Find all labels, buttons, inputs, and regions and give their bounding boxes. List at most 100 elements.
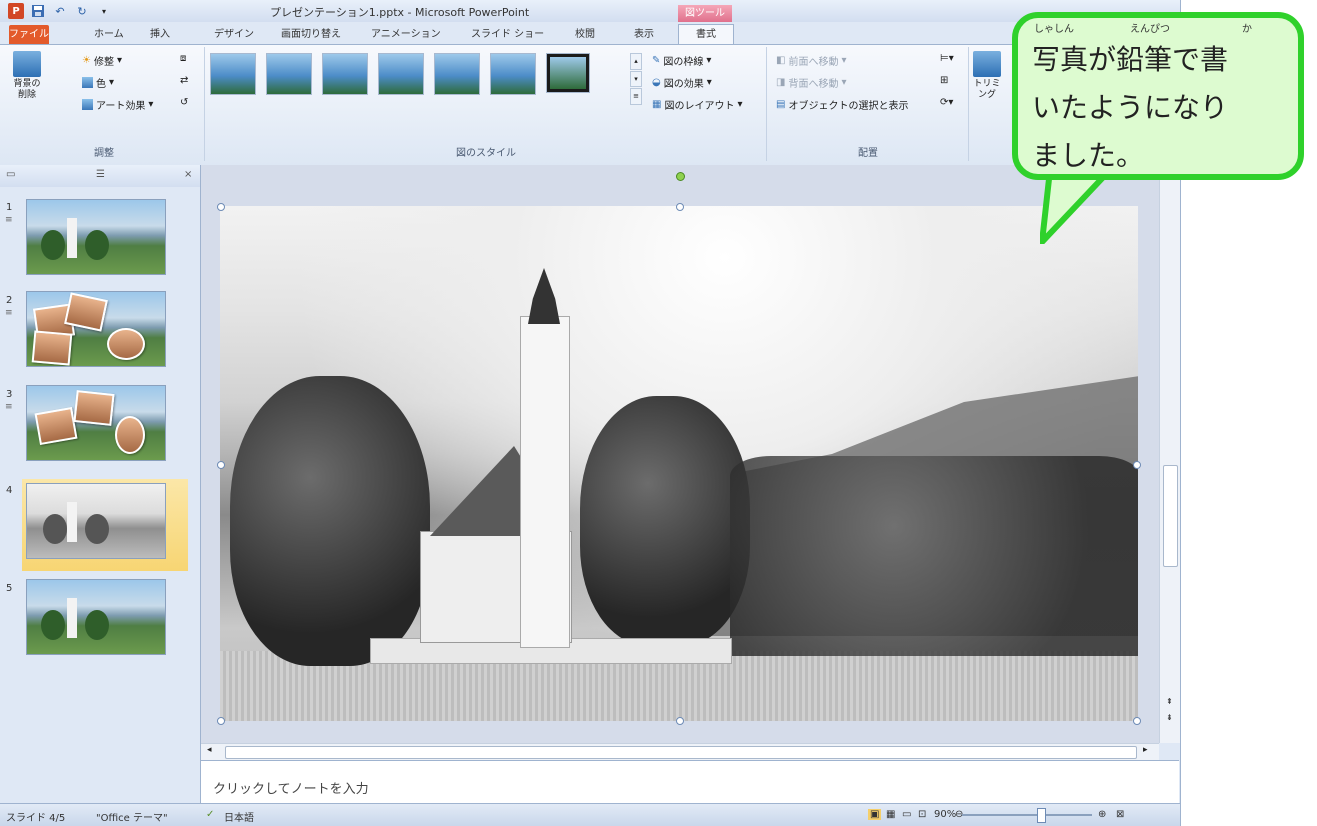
thumb-tree (85, 610, 109, 640)
picture-layout-icon: ▦ (652, 99, 662, 110)
powerpoint-app-icon[interactable]: P (8, 3, 24, 19)
close-pane-icon[interactable]: × (184, 169, 192, 180)
resize-handle[interactable] (676, 203, 684, 211)
slide-thumbnail-3[interactable] (22, 381, 186, 465)
rotate-icon[interactable]: ⟳▾ (940, 97, 953, 108)
slide-thumbnail-2[interactable] (22, 287, 186, 371)
corrections-button[interactable]: ☀ 修整 ▾ (82, 53, 122, 68)
normal-view-icon[interactable]: ▣ (868, 809, 882, 820)
send-backward-button[interactable]: ◨ 背面へ移動 ▾ (776, 75, 846, 90)
fit-to-window-icon[interactable]: ⊠ (1116, 809, 1124, 820)
tab-design[interactable]: デザイン (208, 25, 260, 44)
picture-style-2[interactable] (266, 53, 312, 95)
selection-pane-button[interactable]: ▤ オブジェクトの選択と表示 (776, 97, 908, 112)
spellcheck-icon[interactable]: ✓ (206, 809, 214, 820)
tab-slideshow[interactable]: スライド ショー (465, 25, 550, 44)
slides-tab-icon[interactable]: ▭ (6, 169, 15, 180)
slide-thumbnail-5[interactable] (22, 575, 186, 659)
resize-handle[interactable] (217, 203, 225, 211)
tab-review[interactable]: 校閲 (569, 25, 601, 44)
tab-transitions[interactable]: 画面切り替え (275, 25, 347, 44)
prev-slide-icon[interactable]: ⇞ (1166, 697, 1173, 706)
outline-tab-icon[interactable]: ☰ (96, 169, 105, 180)
picture-effects-button[interactable]: ◒ 図の効果 ▾ (652, 75, 712, 90)
bring-forward-button[interactable]: ◧ 前面へ移動 ▾ (776, 53, 846, 68)
reading-view-icon[interactable]: ▭ (902, 809, 911, 820)
callout-line-3: ました。 (1032, 139, 1145, 172)
zoom-slider[interactable] (962, 814, 1092, 816)
thumb-image (26, 291, 166, 367)
picture-layout-button[interactable]: ▦ 図のレイアウト ▾ (652, 97, 742, 112)
artistic-effects-label: アート効果 (96, 101, 146, 112)
reset-picture-icon[interactable]: ↺ (180, 97, 188, 108)
save-icon[interactable] (30, 3, 46, 19)
rotation-handle[interactable] (676, 172, 685, 181)
redo-icon[interactable]: ↻ (74, 3, 90, 19)
color-icon (82, 77, 93, 88)
callout-tail (1040, 170, 1113, 244)
compress-pictures-icon[interactable]: ⧈ (180, 53, 186, 64)
thumb-church (67, 218, 77, 258)
resize-handle[interactable] (217, 717, 225, 725)
resize-handle[interactable] (217, 461, 225, 469)
selection-pane-label: オブジェクトの選択と表示 (788, 101, 909, 112)
gallery-up-icon[interactable]: ▴ (630, 53, 642, 70)
tab-file[interactable]: ファイル (9, 25, 49, 44)
resize-handle[interactable] (1133, 461, 1141, 469)
corrections-icon: ☀ (82, 55, 91, 66)
thumb-tree (85, 514, 109, 544)
gallery-more-icon[interactable]: ≡ (630, 88, 642, 106)
picture-style-4[interactable] (378, 53, 424, 95)
picture-style-1[interactable] (210, 53, 256, 95)
crop-button[interactable]: トリミング (970, 51, 1004, 101)
notes-pane[interactable]: クリックしてノートを入力 (201, 760, 1179, 804)
slideshow-view-icon[interactable]: ⊡ (918, 809, 926, 820)
slide-number: 5 (6, 583, 13, 594)
align-icon[interactable]: ⊨▾ (940, 53, 954, 64)
picture-style-5[interactable] (434, 53, 480, 95)
resize-handle[interactable] (1133, 717, 1141, 725)
picture-style-7[interactable] (546, 53, 590, 93)
scroll-right-icon[interactable]: ▸ (1143, 745, 1148, 755)
next-slide-icon[interactable]: ⇟ (1166, 713, 1173, 722)
zoom-in-icon[interactable]: ⊕ (1098, 809, 1106, 820)
resize-handle[interactable] (676, 717, 684, 725)
slide-editing-area (201, 165, 1159, 743)
gallery-down-icon[interactable]: ▾ (630, 70, 642, 88)
picture-style-3[interactable] (322, 53, 368, 95)
notes-placeholder[interactable]: クリックしてノートを入力 (213, 778, 369, 797)
picture-border-button[interactable]: ✎ 図の枠線 ▾ (652, 53, 711, 68)
color-button[interactable]: 色 ▾ (82, 75, 114, 90)
zoom-level[interactable]: 90% (934, 809, 956, 820)
vertical-scroll-thumb[interactable] (1163, 465, 1178, 567)
style-gallery-scroll[interactable]: ▴ ▾ ≡ (630, 53, 642, 106)
thumb-image (26, 483, 166, 559)
tab-animations[interactable]: アニメーション (365, 25, 447, 44)
undo-icon[interactable]: ↶ (52, 3, 68, 19)
thumb-tree (41, 610, 65, 640)
artistic-effects-button[interactable]: アート効果 ▾ (82, 97, 153, 112)
sketch-forest (730, 456, 1138, 656)
tab-home[interactable]: ホーム (88, 25, 130, 44)
tab-view[interactable]: 表示 (628, 25, 660, 44)
horizontal-scrollbar[interactable]: ◂ ▸ (201, 743, 1159, 760)
group-icon[interactable]: ⊞ (940, 75, 948, 86)
status-bar: スライド 4/5 "Office テーマ" ✓ 日本語 ▣ ▦ ▭ ⊡ 90% … (0, 803, 1180, 826)
slide-thumbnail-4[interactable] (22, 479, 188, 571)
tab-format[interactable]: 書式 (678, 24, 734, 44)
language-indicator[interactable]: 日本語 (224, 809, 254, 824)
picture-style-6[interactable] (490, 53, 536, 95)
customize-qat-icon[interactable]: ▾ (96, 3, 112, 19)
slide-thumbnail-1[interactable] (22, 195, 186, 279)
thumb-photo (31, 330, 73, 366)
slide-sorter-icon[interactable]: ▦ (886, 809, 895, 820)
remove-background-button[interactable]: 背景の削除 (10, 51, 44, 101)
pencil-sketch-picture[interactable] (220, 206, 1138, 721)
picture-effects-label: 図の効果 (663, 79, 704, 90)
horizontal-scroll-thumb[interactable] (225, 746, 1137, 759)
zoom-slider-thumb[interactable] (1037, 808, 1046, 823)
change-picture-icon[interactable]: ⇄ (180, 75, 188, 86)
tab-insert[interactable]: 挿入 (144, 25, 176, 44)
vertical-scrollbar[interactable]: ⇞ ⇟ (1159, 165, 1180, 743)
scroll-left-icon[interactable]: ◂ (207, 745, 212, 755)
